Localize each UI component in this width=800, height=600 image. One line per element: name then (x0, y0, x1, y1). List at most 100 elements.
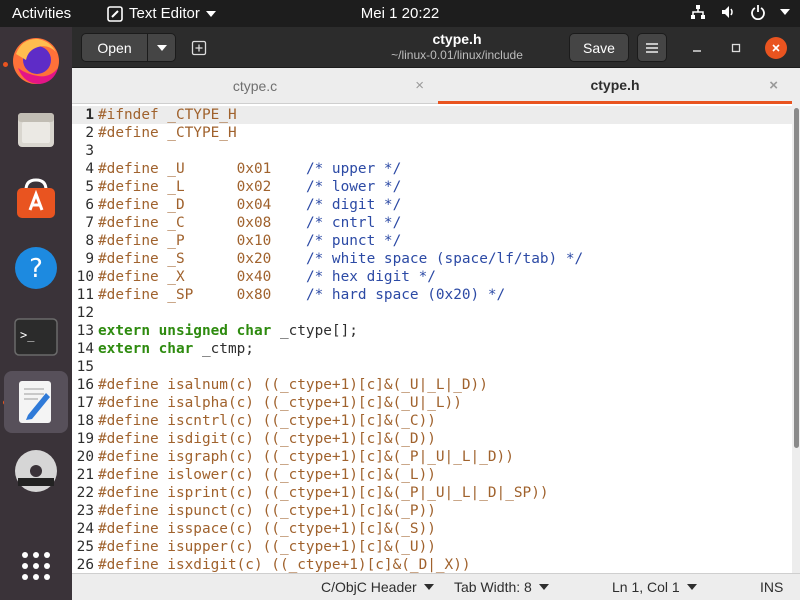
code-line[interactable]: 26 #define isxdigit(c) ((_ctype+1)[c]&(_D… (72, 556, 792, 573)
insert-mode-label: INS (760, 579, 784, 595)
dock-item-app-grid[interactable] (4, 535, 68, 597)
code-line[interactable]: 8 #define _P 0x10 /* punct */ (72, 232, 792, 250)
new-tab-button[interactable] (184, 33, 213, 62)
code-line[interactable]: 21 #define islower(c) ((_ctype+1)[c]&(_L)… (72, 466, 792, 484)
cursor-position-label: Ln 1, Col 1 (612, 579, 680, 595)
current-line[interactable]: 1 #ifndef _CTYPE_H (72, 106, 792, 124)
code-line[interactable]: 16 #define isalnum(c) ((_ctype+1)[c]&(_U|… (72, 376, 792, 394)
open-button[interactable]: Open (81, 33, 148, 62)
code-text: extern unsigned char _ctype[]; (98, 322, 358, 340)
line-number: 5 (85, 179, 94, 195)
dock-item-dvd[interactable] (4, 440, 68, 502)
code-line[interactable]: 12 (72, 304, 792, 322)
code-line[interactable]: 25 #define isupper(c) ((_ctype+1)[c]&(_U)… (72, 538, 792, 556)
save-button[interactable]: Save (569, 33, 629, 62)
code-line[interactable]: 19 #define isdigit(c) ((_ctype+1)[c]&(_D)… (72, 430, 792, 448)
dock-item-files[interactable] (4, 99, 68, 161)
code-text: extern char _ctmp; (98, 340, 254, 358)
code-token: _ctmp; (193, 341, 254, 357)
code-text: #define isupper(c) ((_ctype+1)[c]&(_U)) (98, 538, 436, 556)
dock-item-firefox[interactable] (4, 30, 68, 92)
dock-item-help[interactable]: ? (4, 237, 68, 299)
code-text: #define _P 0x10 /* punct */ (98, 232, 401, 250)
line-number: 20 (76, 449, 94, 465)
main-menu-button[interactable] (637, 33, 667, 62)
code-line[interactable]: 23 #define ispunct(c) ((_ctype+1)[c]&(_P)… (72, 502, 792, 520)
tab-ctype-h[interactable]: ctype.h × (438, 68, 792, 104)
app-menu[interactable]: Text Editor (107, 5, 216, 22)
code-token: #ifndef _CTYPE_H (98, 107, 237, 123)
code-line[interactable]: 14 extern char _ctmp; (72, 340, 792, 358)
code-line[interactable]: 6 #define _D 0x04 /* digit */ (72, 196, 792, 214)
dock-item-software[interactable] (4, 168, 68, 230)
files-icon (18, 113, 54, 147)
code-line[interactable]: 5 #define _L 0x02 /* lower */ (72, 178, 792, 196)
dock-item-text-editor[interactable] (4, 371, 68, 433)
code-line[interactable]: 11 #define _SP 0x80 /* hard space (0x20) … (72, 286, 792, 304)
clock[interactable]: Mei 1 20:22 (361, 5, 439, 22)
code-line[interactable]: 7 #define _C 0x08 /* cntrl */ (72, 214, 792, 232)
vertical-scrollbar[interactable] (792, 68, 800, 573)
close-icon (772, 44, 780, 52)
text-editor-area[interactable]: 1 #ifndef _CTYPE_H 2 #define _CTYPE_H 3 4 #def… (72, 104, 792, 573)
dvd-icon (15, 450, 57, 492)
document-path: ~/linux-0.01/linux/include (391, 48, 523, 62)
open-menu-button[interactable] (147, 33, 176, 62)
app-menu-label: Text Editor (129, 5, 200, 22)
code-text: #define ispunct(c) ((_ctype+1)[c]&(_P)) (98, 502, 436, 520)
new-tab-icon (191, 40, 206, 55)
close-window-button[interactable] (765, 37, 787, 59)
dock-item-terminal[interactable]: >_ (4, 306, 68, 368)
chevron-down-icon (423, 584, 434, 590)
tab-width-selector[interactable]: Tab Width: 8 (454, 579, 549, 595)
code-text: #define iscntrl(c) ((_ctype+1)[c]&(_C)) (98, 412, 436, 430)
activities-button[interactable]: Activities (12, 5, 71, 22)
code-line[interactable]: 13 extern unsigned char _ctype[]; (72, 322, 792, 340)
scrollbar-thumb[interactable] (794, 108, 799, 448)
line-number: 22 (76, 485, 94, 501)
code-line[interactable]: 15 (72, 358, 792, 376)
tab-close-icon[interactable]: × (769, 77, 778, 94)
line-number: 10 (76, 269, 94, 285)
document-title: ctype.h (432, 31, 482, 47)
text-editor-icon (19, 381, 51, 423)
code-line[interactable]: 18 #define iscntrl(c) ((_ctype+1)[c]&(_C)… (72, 412, 792, 430)
code-line[interactable]: 24 #define isspace(c) ((_ctype+1)[c]&(_S)… (72, 520, 792, 538)
code-text: #define isalpha(c) ((_ctype+1)[c]&(_U|_L… (98, 394, 462, 412)
code-text: #define isspace(c) ((_ctype+1)[c]&(_S)) (98, 520, 436, 538)
tab-close-icon[interactable]: × (415, 77, 424, 94)
code-token: #define iscntrl(c) ((_ctype+1)[c]&(_C)) (98, 413, 436, 429)
language-selector[interactable]: C/ObjC Header (321, 579, 434, 595)
code-token: extern char (98, 341, 194, 357)
tab-ctype-c[interactable]: ctype.c × (72, 68, 438, 104)
tab-label: ctype.h (590, 76, 640, 93)
cursor-position-selector[interactable]: Ln 1, Col 1 (612, 579, 697, 595)
code-token: #define isdigit(c) ((_ctype+1)[c]&(_D)) (98, 431, 436, 447)
maximize-button[interactable] (725, 37, 747, 59)
line-number: 2 (85, 125, 94, 141)
code-line[interactable]: 10 #define _X 0x40 /* hex digit */ (72, 268, 792, 286)
code-line[interactable]: 22 #define isprint(c) ((_ctype+1)[c]&(_P|… (72, 484, 792, 502)
code-line[interactable]: 4 #define _U 0x01 /* upper */ (72, 160, 792, 178)
line-number: 16 (76, 377, 94, 393)
code-line[interactable]: 20 #define isgraph(c) ((_ctype+1)[c]&(_P|… (72, 448, 792, 466)
code-token: #define _P 0x10 (98, 233, 306, 249)
code-token: extern unsigned char (98, 323, 272, 339)
code-line[interactable]: 3 (72, 142, 792, 160)
line-number: 15 (76, 359, 94, 375)
minimize-button[interactable] (686, 37, 708, 59)
code-line[interactable]: 17 #define isalpha(c) ((_ctype+1)[c]&(_U|… (72, 394, 792, 412)
line-number: 24 (76, 521, 94, 537)
terminal-icon: >_ (14, 318, 58, 356)
code-text: #define isgraph(c) ((_ctype+1)[c]&(_P|_U… (98, 448, 514, 466)
system-status-area[interactable] (690, 4, 790, 20)
code-line[interactable]: 2 #define _CTYPE_H (72, 124, 792, 142)
terminal-glyph: >_ (20, 328, 35, 342)
line-number: 4 (85, 161, 94, 177)
code-token: #define islower(c) ((_ctype+1)[c]&(_L)) (98, 467, 436, 483)
software-icon (17, 178, 55, 218)
code-line[interactable]: 9 #define _S 0x20 /* white space (space/l… (72, 250, 792, 268)
help-icon: ? (15, 247, 57, 289)
line-number: 21 (76, 467, 94, 483)
code-token: /* punct */ (305, 233, 402, 249)
